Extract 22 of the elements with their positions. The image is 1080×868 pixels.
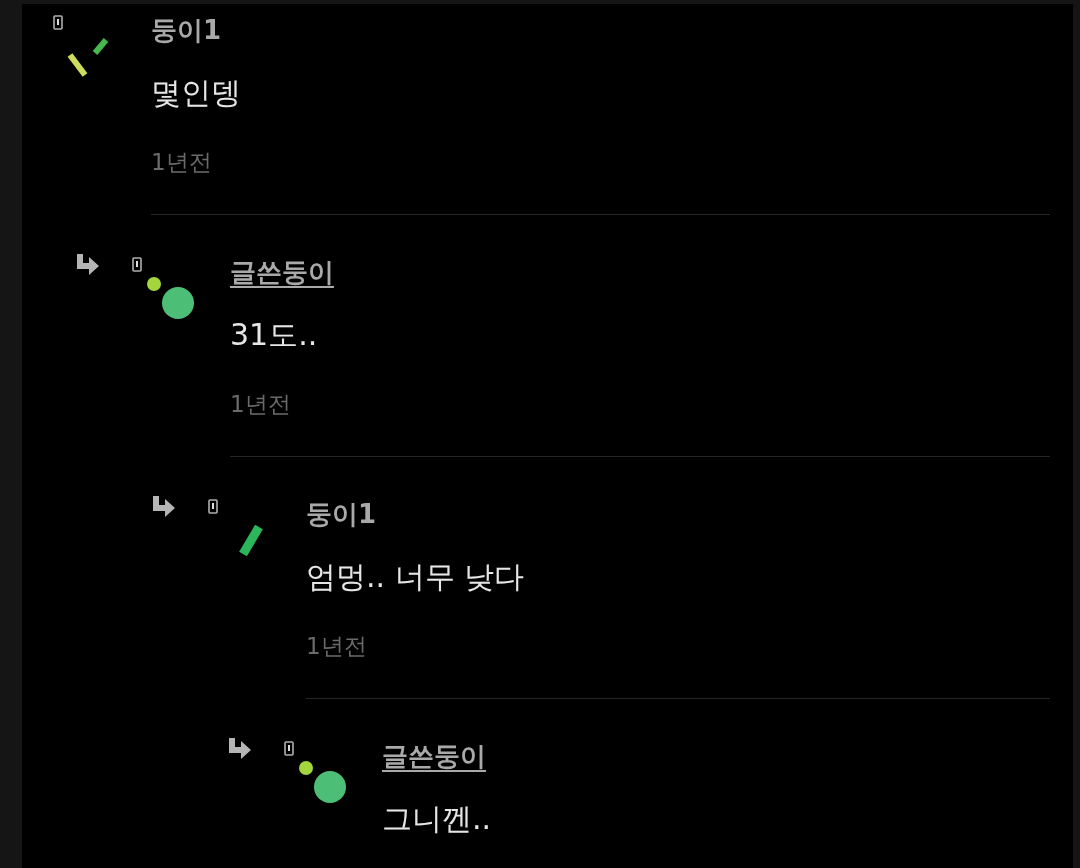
broken-image-icon <box>284 741 294 756</box>
bar-avatar-icon <box>237 522 265 559</box>
comment-time: 1년전 <box>306 632 367 661</box>
reply-arrow-icon <box>77 254 100 276</box>
comment-text: 몇인뎅 <box>151 74 241 112</box>
comment-text: 31도.. <box>230 316 318 354</box>
comment-text: 그니껜.. <box>382 800 492 838</box>
comment-text: 엄멍.. 너무 낮다 <box>306 558 525 596</box>
bars-avatar-icon <box>66 36 110 78</box>
author-name-link[interactable]: 글쓴둥이 <box>382 738 486 774</box>
reply-arrow-icon <box>229 738 252 760</box>
reply-arrow-icon <box>153 496 176 518</box>
dots-avatar-icon <box>147 277 194 319</box>
broken-image-icon <box>132 257 142 272</box>
comment-time: 1년전 <box>151 148 212 177</box>
broken-image-icon <box>53 15 63 30</box>
broken-image-icon <box>208 499 218 514</box>
user-name: 둥이1 <box>151 14 222 47</box>
user-name: 둥이1 <box>306 498 377 531</box>
author-name-link[interactable]: 글쓴둥이 <box>230 254 334 290</box>
dots-avatar-icon <box>299 761 346 803</box>
comment-time: 1년전 <box>230 390 291 419</box>
